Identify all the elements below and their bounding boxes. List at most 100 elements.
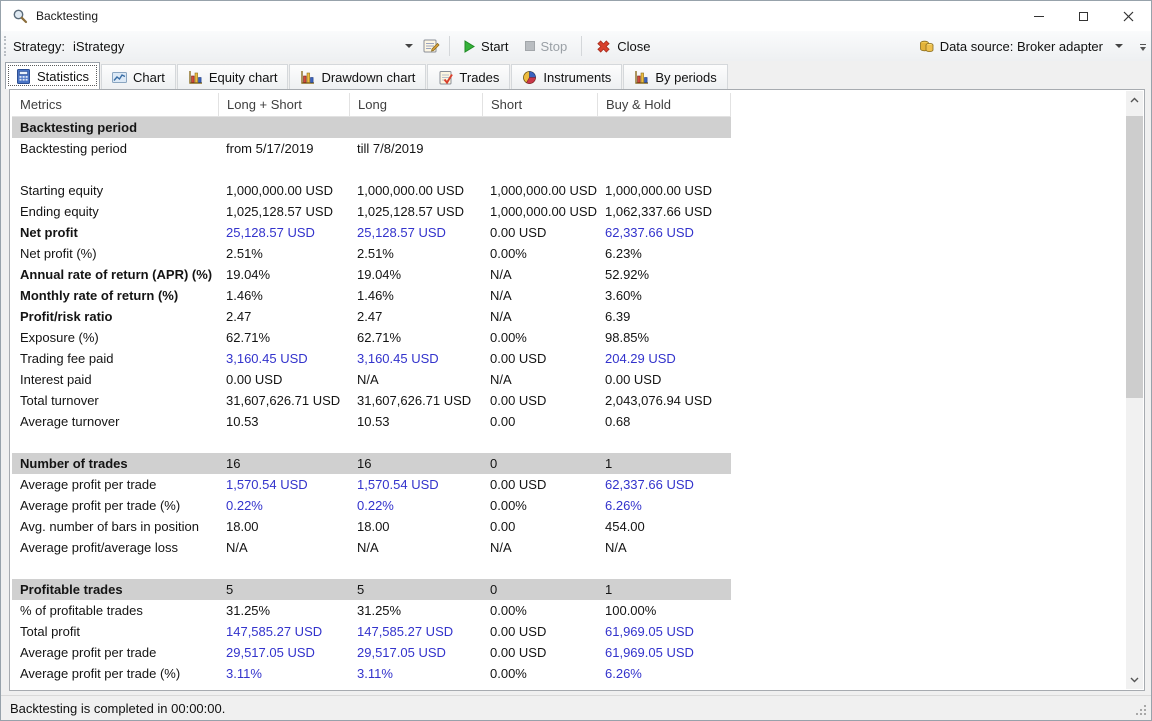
stop-button[interactable]: Stop	[517, 34, 576, 58]
metric-value: N/A	[482, 369, 597, 390]
start-button[interactable]: Start	[456, 34, 516, 58]
metric-value: 2.51%	[218, 243, 349, 264]
metric-label: Average profit/average loss	[12, 537, 218, 558]
metric-value: 0.00 USD	[482, 222, 597, 243]
table-row[interactable]: Total turnover31,607,626.71 USD31,607,62…	[12, 390, 731, 411]
vertical-scrollbar[interactable]	[1126, 91, 1143, 689]
section-row[interactable]: Number of trades161601	[12, 453, 731, 474]
metric-value: 1,025,128.57 USD	[349, 201, 482, 222]
metric-label: Average profit per trade	[12, 642, 218, 663]
metric-value: 2.51%	[349, 243, 482, 264]
metric-label: Monthly rate of return (%)	[12, 285, 218, 306]
datasource-dropdown[interactable]: Data source: Broker adapter	[911, 34, 1137, 58]
metric-value: 16	[349, 453, 482, 474]
table-row[interactable]: Average profit per trade29,517.05 USD29,…	[12, 642, 731, 663]
table-row[interactable]: Total profit147,585.27 USD147,585.27 USD…	[12, 621, 731, 642]
tab-drawdown-chart[interactable]: Drawdown chart	[289, 64, 426, 89]
grid-body: Backtesting periodBacktesting periodfrom…	[12, 117, 731, 684]
chevron-up-icon	[1130, 97, 1139, 103]
table-row[interactable]: Interest paid0.00 USDN/AN/A0.00 USD	[12, 369, 731, 390]
metric-value: 1,000,000.00 USD	[218, 180, 349, 201]
metric-value: 3.60%	[597, 285, 731, 306]
tab-chart[interactable]: Chart	[101, 64, 176, 89]
metric-value: 6.26%	[597, 663, 731, 684]
metric-value: 6.26%	[597, 495, 731, 516]
column-header-long[interactable]: Long	[349, 93, 482, 116]
minimize-button[interactable]	[1016, 1, 1061, 31]
table-row[interactable]: Exposure (%)62.71%62.71%0.00%98.85%	[12, 327, 731, 348]
close-window-button[interactable]	[1106, 1, 1151, 31]
table-row[interactable]: Average profit per trade (%)0.22%0.22%0.…	[12, 495, 731, 516]
metric-value: 3,160.45 USD	[349, 348, 482, 369]
metric-value: 2.47	[218, 306, 349, 327]
metric-value: 16	[218, 453, 349, 474]
section-row[interactable]: Profitable trades5501	[12, 579, 731, 600]
table-row[interactable]: Profit/risk ratio2.472.47N/A6.39	[12, 306, 731, 327]
table-row[interactable]: Backtesting periodfrom 5/17/2019till 7/8…	[12, 138, 731, 159]
metric-value: 1	[597, 579, 731, 600]
metric-value: 31.25%	[218, 600, 349, 621]
spacer-row	[12, 159, 731, 180]
strategy-combobox[interactable]: iStrategy	[71, 34, 419, 58]
toolbar-overflow-button[interactable]	[1137, 39, 1149, 55]
resize-grip[interactable]	[1134, 703, 1148, 717]
column-header-metrics[interactable]: Metrics	[12, 93, 218, 116]
tab-equity-chart[interactable]: Equity chart	[177, 64, 289, 89]
table-row[interactable]: Monthly rate of return (%)1.46%1.46%N/A3…	[12, 285, 731, 306]
metric-value: 18.00	[349, 516, 482, 537]
metric-value: 31,607,626.71 USD	[218, 390, 349, 411]
scrollbar-thumb[interactable]	[1126, 116, 1143, 398]
metric-label: Interest paid	[12, 369, 218, 390]
metric-value: 0.00%	[482, 243, 597, 264]
table-row[interactable]: Net profit (%)2.51%2.51%0.00%6.23%	[12, 243, 731, 264]
scroll-up-button[interactable]	[1126, 91, 1143, 109]
spacer-row	[12, 432, 731, 453]
metric-value: 1.46%	[218, 285, 349, 306]
column-header-long-short[interactable]: Long + Short	[218, 93, 349, 116]
metric-value	[482, 117, 597, 138]
table-row[interactable]: Average turnover10.5310.530.000.68	[12, 411, 731, 432]
metric-label: Profit/risk ratio	[12, 306, 218, 327]
scroll-down-button[interactable]	[1126, 671, 1143, 689]
column-header-short[interactable]: Short	[482, 93, 597, 116]
metric-label: Net profit (%)	[12, 243, 218, 264]
backtesting-window: Backtesting Strategy: iStrategy	[0, 0, 1152, 721]
table-row[interactable]: Ending equity1,025,128.57 USD1,025,128.5…	[12, 201, 731, 222]
metric-value: 62,337.66 USD	[597, 474, 731, 495]
table-row[interactable]: Trading fee paid3,160.45 USD3,160.45 USD…	[12, 348, 731, 369]
metric-value	[482, 138, 597, 159]
metric-value: 3,160.45 USD	[218, 348, 349, 369]
metric-value: 1,025,128.57 USD	[218, 201, 349, 222]
metric-label: Profitable trades	[12, 579, 218, 600]
metric-value: 0	[482, 579, 597, 600]
chevron-down-icon	[1130, 677, 1139, 683]
table-row[interactable]: % of profitable trades31.25%31.25%0.00%1…	[12, 600, 731, 621]
table-row[interactable]: Net profit25,128.57 USD25,128.57 USD0.00…	[12, 222, 731, 243]
tab-statistics[interactable]: Statistics	[5, 62, 100, 89]
toolbar-grip[interactable]	[4, 36, 7, 56]
tab-label: Statistics	[37, 69, 89, 84]
close-button[interactable]: Close	[588, 34, 658, 58]
column-header-buy-hold[interactable]: Buy & Hold	[597, 93, 731, 116]
table-row[interactable]: Average profit per trade (%)3.11%3.11%0.…	[12, 663, 731, 684]
metric-value: 0.00 USD	[218, 369, 349, 390]
metric-value: N/A	[482, 306, 597, 327]
table-row[interactable]: Average profit per trade1,570.54 USD1,57…	[12, 474, 731, 495]
table-row[interactable]: Annual rate of return (APR) (%)19.04%19.…	[12, 264, 731, 285]
tab-trades[interactable]: Trades	[427, 64, 510, 89]
table-row[interactable]: Average profit/average lossN/AN/AN/AN/A	[12, 537, 731, 558]
tab-by-periods[interactable]: By periods	[623, 64, 727, 89]
statistics-panel: MetricsLong + ShortLongShortBuy & Hold B…	[9, 89, 1145, 691]
metric-value: 100.00%	[597, 600, 731, 621]
table-row[interactable]: Starting equity1,000,000.00 USD1,000,000…	[12, 180, 731, 201]
metric-value: 3.11%	[218, 663, 349, 684]
chevron-down-icon	[405, 44, 413, 48]
metric-label: Total turnover	[12, 390, 218, 411]
strategy-properties-button[interactable]	[419, 34, 443, 58]
table-row[interactable]: Avg. number of bars in position18.0018.0…	[12, 516, 731, 537]
metric-value: N/A	[349, 537, 482, 558]
tab-instruments[interactable]: Instruments	[511, 64, 622, 89]
metric-value: 62,337.66 USD	[597, 222, 731, 243]
maximize-button[interactable]	[1061, 1, 1106, 31]
section-row[interactable]: Backtesting period	[12, 117, 731, 138]
